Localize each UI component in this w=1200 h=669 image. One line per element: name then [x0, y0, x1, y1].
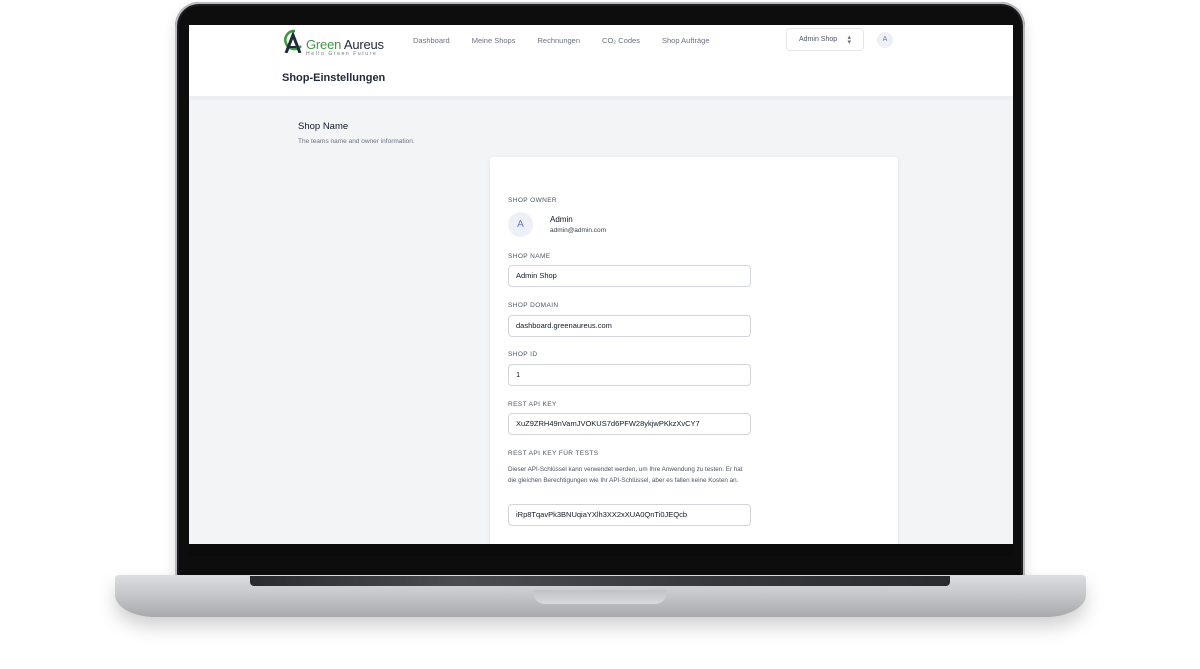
rest-api-key-label: Rest API Key [508, 401, 557, 408]
app-screen: Green Aureus Hello Green Future Dashboar… [189, 25, 1013, 544]
shop-switcher[interactable]: Admin Shop ▴ ▾ [786, 28, 864, 51]
nav-co2-codes[interactable]: CO₂ Codes [602, 36, 640, 45]
nav-shop-auftraege[interactable]: Shop Aufträge [662, 36, 710, 45]
user-avatar[interactable]: A [877, 32, 893, 48]
section-title: Shop Name [298, 121, 349, 132]
top-navigation-bar: Green Aureus Hello Green Future Dashboar… [189, 25, 1013, 97]
owner-avatar: A [508, 212, 533, 237]
rest-api-key-test-label: Rest API Key für Tests [508, 450, 599, 457]
shop-owner-label: Shop Owner [508, 197, 558, 204]
nav-dashboard[interactable]: Dashboard [413, 36, 450, 45]
shop-name-label: Shop Name [508, 253, 551, 260]
brand-tagline: Hello Green Future [306, 51, 378, 57]
section-description: The teams name and owner information. [298, 138, 415, 145]
screen-bottom-bezel [189, 544, 1013, 556]
rest-api-key-input[interactable]: XuZ9ZRH49nVamJVOKUS7d6PFW28ykjwPKkzXvCY7 [508, 413, 751, 435]
rest-api-key-test-help: Dieser API-Schlüssel kann verwendet werd… [508, 466, 743, 484]
shop-settings-card: Shop Owner A Admin admin@admin.com Shop … [490, 157, 898, 544]
laptop-hinge [250, 576, 950, 586]
chevron-up-down-icon: ▴ ▾ [847, 34, 851, 46]
shop-domain-input[interactable]: dashboard.greenaureus.com [508, 315, 751, 337]
owner-name: Admin [550, 215, 573, 224]
brand-logo[interactable]: Green Aureus Hello Green Future [281, 27, 384, 57]
laptop-opening-notch [533, 590, 667, 604]
main-nav: Dashboard Meine Shops Rechnungen CO₂ Cod… [413, 36, 732, 45]
shop-domain-label: Shop Domain [508, 302, 559, 309]
nav-rechnungen[interactable]: Rechnungen [537, 36, 580, 45]
owner-email: admin@admin.com [550, 227, 607, 234]
page-title: Shop-Einstellungen [282, 72, 386, 84]
shop-name-input[interactable]: Admin Shop [508, 265, 751, 287]
rest-api-key-test-input[interactable]: iRp8TqavPk3BNUqiaYXlh3XX2xXUA0QnTi0JEQcb [508, 504, 751, 526]
brand-name: Green Aureus [306, 37, 384, 52]
green-aureus-logo-icon [284, 29, 302, 53]
shop-id-input[interactable]: 1 [508, 364, 751, 386]
shop-switcher-value: Admin Shop [799, 36, 838, 43]
shop-id-label: Shop ID [508, 351, 538, 358]
nav-meine-shops[interactable]: Meine Shops [472, 36, 516, 45]
